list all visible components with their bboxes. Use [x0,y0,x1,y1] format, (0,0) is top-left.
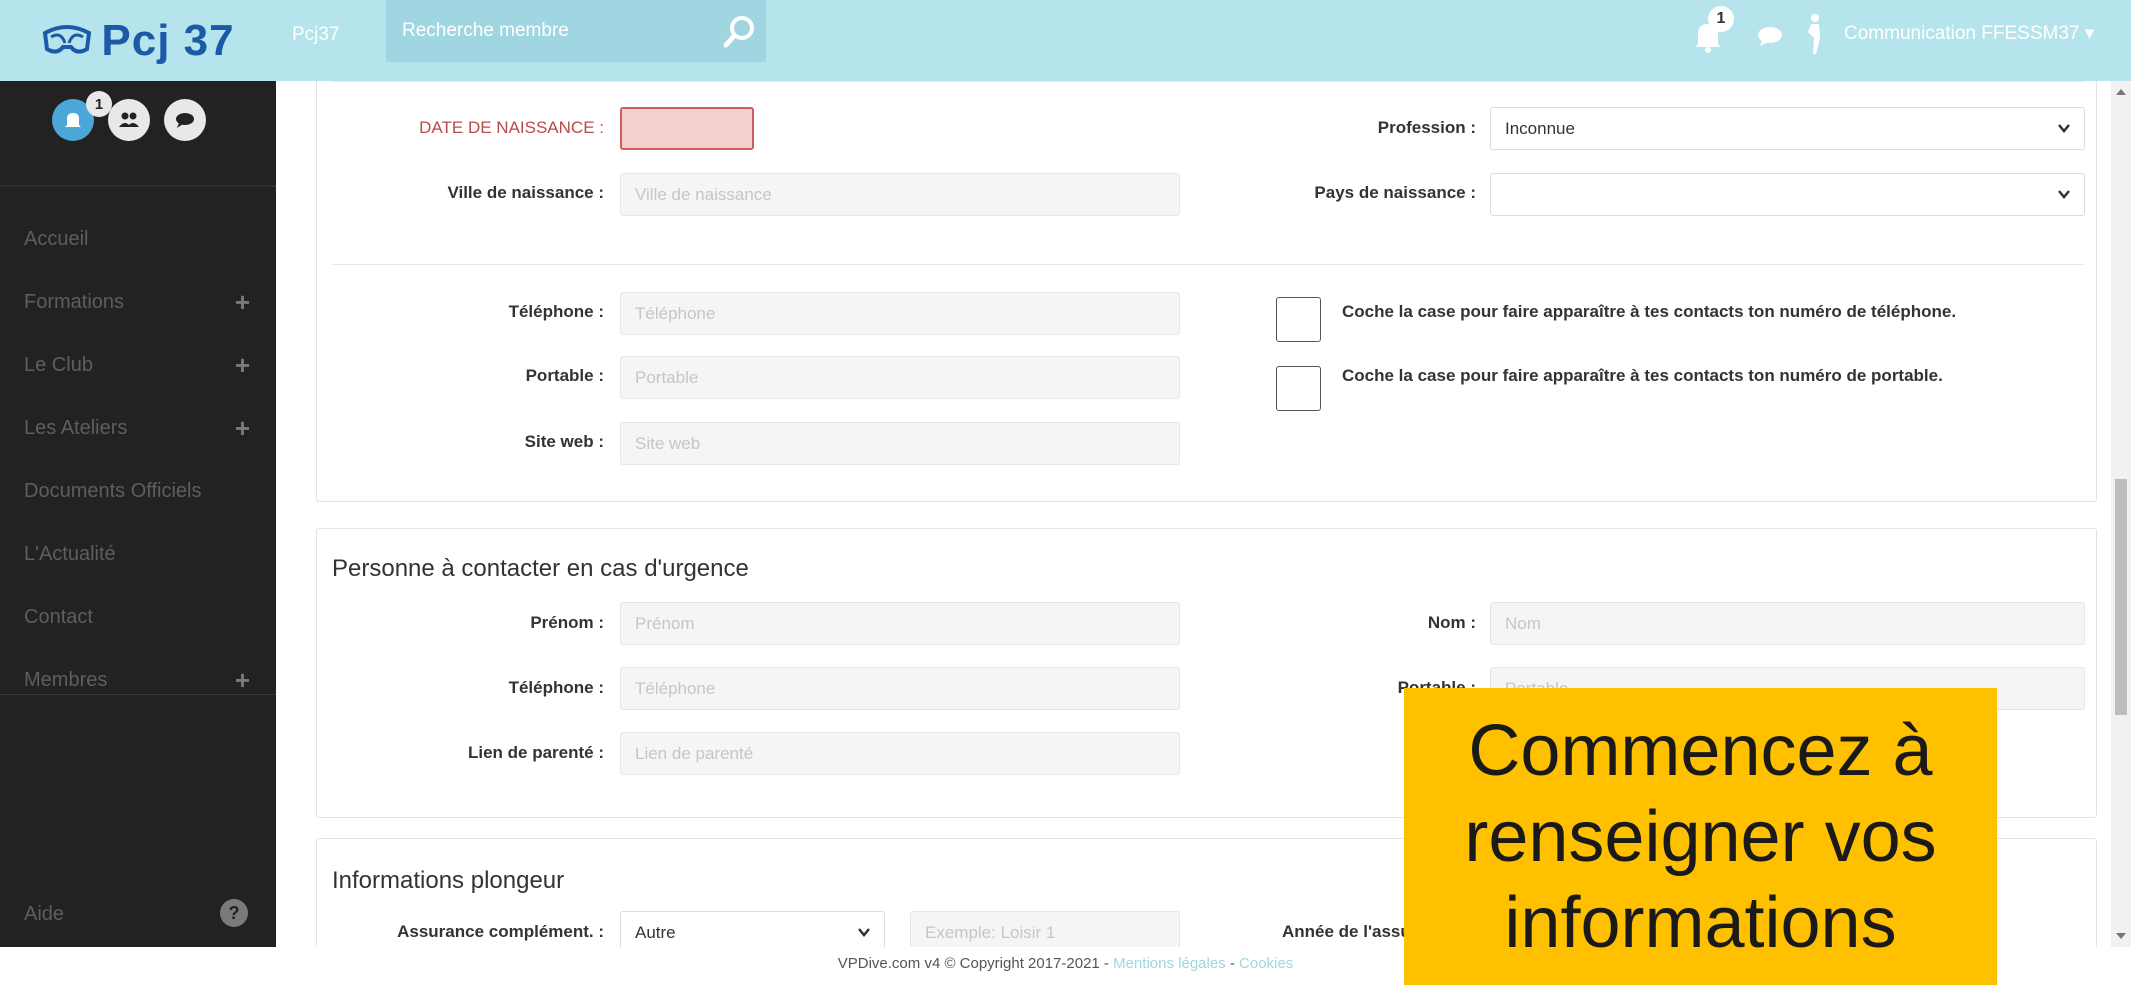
sidebar-item-contact[interactable]: Contact [0,586,276,649]
scroll-up-arrow-icon[interactable] [2116,89,2126,95]
share-phone-checkbox[interactable] [1276,297,1321,342]
sidebar-notification-button[interactable]: 1 [52,91,112,141]
birthplace-label: Ville de naissance : [447,183,604,202]
sidebar-item-label: Documents Officiels [24,480,202,502]
sidebar-item-le-club[interactable]: Le Club + [0,334,276,397]
sidebar-item-les-ateliers[interactable]: Les Ateliers + [0,397,276,460]
emergency-phone-input[interactable] [620,667,1180,710]
logo-text: Pcj 37 [101,15,235,65]
emergency-relation-label: Lien de parenté : [467,743,604,762]
sidebar-item-label: Le Club [24,354,93,376]
sidebar-notification-badge: 1 [86,91,112,117]
chevron-down-icon [858,928,870,937]
sidebar-help-label[interactable]: Aide [24,903,64,926]
chat-icon[interactable] [1756,24,1784,48]
website-input[interactable] [620,422,1180,465]
sidebar-item-label: Formations [24,291,125,313]
sidebar-item-membres[interactable]: Membres + [0,649,276,712]
help-icon[interactable]: ? [220,899,248,927]
sidebar-item-label: L'Actualité [24,543,116,565]
bell-icon [65,113,81,127]
users-icon [119,112,139,127]
chevron-down-icon [2058,190,2070,199]
sidebar-quick-icons: 1 [52,91,206,141]
sidebar-item-label: Les Ateliers [24,417,128,439]
profession-label: Profession : [1377,118,1476,137]
plus-icon[interactable]: + [235,287,250,318]
member-search-input[interactable] [386,0,766,62]
plus-icon[interactable]: + [235,665,250,696]
website-label: Site web : [524,432,604,451]
birthplace-input[interactable] [620,173,1180,216]
club-link[interactable]: Pcj37 [292,24,340,46]
logo[interactable]: Pcj 37 [0,0,276,81]
emergency-phone-label: Téléphone : [508,678,604,697]
search-icon[interactable] [722,14,758,50]
sidebar-item-label: Accueil [24,228,89,250]
emergency-firstname-label: Prénom : [530,613,604,632]
sidebar-item-formations[interactable]: Formations + [0,271,276,334]
user-menu-dropdown[interactable]: Communication FFESSM37 ▾ [1844,22,2094,45]
diver-section-title: Informations plongeur [332,867,565,894]
emergency-lastname-label: Nom : [1427,613,1476,632]
mobile-label: Portable : [525,366,604,385]
phone-label: Téléphone : [508,302,604,321]
callout-line: informations [1504,882,1897,963]
cookies-link[interactable]: Cookies [1239,955,1293,972]
birthcountry-select[interactable] [1490,173,2085,216]
sidebar-item-accueil[interactable]: Accueil [0,208,276,271]
insurance-detail-input[interactable] [910,911,1180,947]
profession-select[interactable]: Inconnue [1490,107,2085,150]
footer-copyright: VPDive.com v4 © Copyright 2017-2021 - [837,955,1114,972]
legal-notice-link[interactable]: Mentions légales [1113,955,1226,972]
scroll-down-arrow-icon[interactable] [2116,933,2126,939]
share-mobile-text: Coche la case pour faire apparaître à te… [1342,366,1943,385]
share-phone-text: Coche la case pour faire apparaître à te… [1342,302,1957,321]
callout-line: renseigner vos [1464,796,1937,877]
instruction-callout: Commencez à renseigner vos informations [1404,688,1997,985]
chat-icon [176,113,194,128]
emergency-relation-input[interactable] [620,732,1180,775]
sidebar-divider [0,185,276,187]
sidebar-item-actualite[interactable]: L'Actualité [0,523,276,586]
top-navbar: Pcj 37 Pcj37 1 Communication FFESSM37 ▾ [0,0,2131,81]
sidebar: 1 Accueil Formations + Le Club + Les Ate… [0,81,276,947]
sidebar-chat-button[interactable] [164,99,206,141]
sidebar-item-label: Contact [24,606,93,628]
plus-icon[interactable]: + [235,413,250,444]
insurance-label: Assurance complément. : [397,922,604,941]
profession-value: Inconnue [1505,118,1575,138]
diver-user-icon[interactable] [1800,12,1830,56]
emergency-firstname-input[interactable] [620,602,1180,645]
diving-mask-icon [43,24,92,54]
vertical-scrollbar[interactable] [2111,81,2131,947]
notification-badge: 1 [1708,6,1734,32]
mobile-input[interactable] [620,356,1180,399]
chevron-down-icon [2058,124,2070,133]
phone-input[interactable] [620,292,1180,335]
insurance-value: Autre [635,922,676,942]
plus-icon[interactable]: + [235,350,250,381]
insurance-select[interactable]: Autre [620,911,885,947]
divider [332,81,2084,82]
scrollbar-thumb[interactable] [2115,479,2127,715]
birthcountry-label: Pays de naissance : [1314,183,1476,202]
birthdate-input[interactable] [620,107,754,150]
emergency-section-title: Personne à contacter en cas d'urgence [332,555,749,582]
footer-separator: - [1225,955,1240,972]
callout-line: Commencez à [1468,710,1933,791]
birthdate-label: DATE DE NAISSANCE : [419,118,604,137]
sidebar-separator [0,694,276,695]
sidebar-item-label: Membres [24,669,108,691]
divider [332,264,2084,265]
sidebar-item-documents-officiels[interactable]: Documents Officiels [0,460,276,523]
emergency-lastname-input[interactable] [1490,602,2085,645]
sidebar-members-button[interactable] [108,99,150,141]
share-mobile-checkbox[interactable] [1276,366,1321,411]
